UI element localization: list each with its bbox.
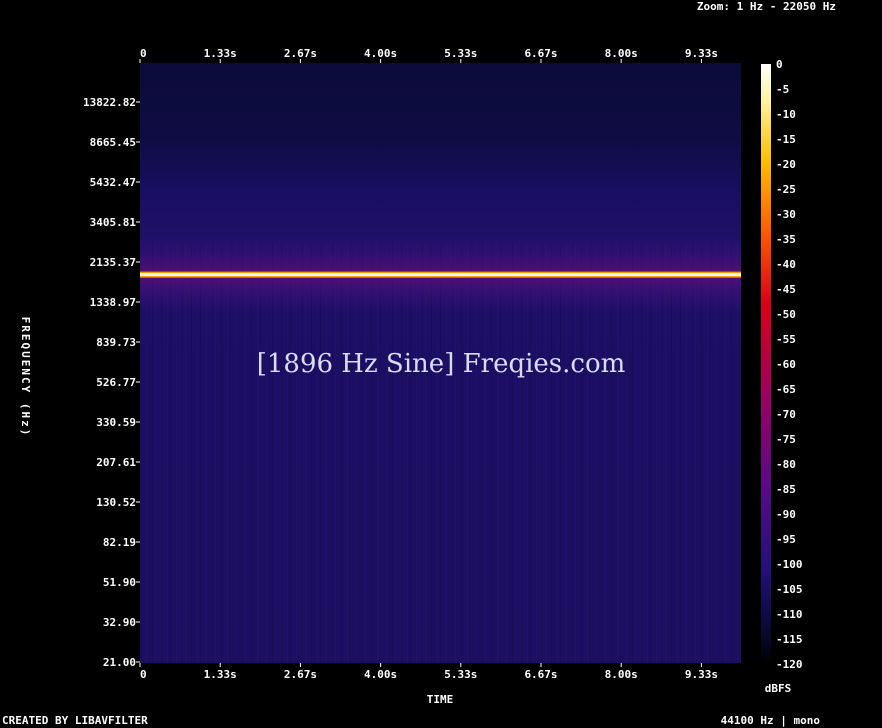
y-tick-label: 8665.45 [90,136,136,149]
colorbar-tick-label: -70 [776,408,796,421]
colorbar-ticks: 0 -5 -10 -15 -20 -25 -30 -35 -40 -45 -50 -55 -60 -65 -… [776,58,803,671]
y-tick-label: 51.90 [103,576,136,589]
x-tick-label: 0 [140,47,147,60]
colorbar-tick-label: -10 [776,108,796,121]
colorbar-tick-label: -75 [776,433,796,446]
format-label: 44100 Hz | mono [721,714,821,727]
x-tick-label: 0 [140,668,147,681]
y-tick-label: 1338.97 [90,296,136,309]
colorbar-tick-label: -65 [776,383,796,396]
y-tick-label: 330.59 [96,416,136,429]
x-tick-label: 4.00s [364,668,397,681]
colorbar-tick-label: 0 [776,58,783,71]
colorbar-label: dBFS [765,682,792,695]
colorbar [761,64,771,664]
colorbar-tick-label: -120 [776,658,803,671]
colorbar-tick-label: -35 [776,233,796,246]
x-axis-label: TIME [427,693,454,706]
colorbar-tick-label: -80 [776,458,796,471]
x-tick-label: 8.00s [605,668,638,681]
colorbar-tick-label: -45 [776,283,796,296]
x-tick-label: 1.33s [204,47,237,60]
colorbar-tick-label: -15 [776,133,796,146]
colorbar-tick-label: -55 [776,333,796,346]
colorbar-tick-label: -85 [776,483,796,496]
colorbar-tick-label: -5 [776,83,789,96]
tone-core [140,273,741,277]
colorbar-tick-label: -20 [776,158,796,171]
x-tick-label: 6.67s [524,47,557,60]
y-tick-label: 5432.47 [90,176,136,189]
y-tick-label: 3405.81 [90,216,137,229]
colorbar-tick-label: -100 [776,558,803,571]
credit-label: CREATED BY LIBAVFILTER [2,714,148,727]
colorbar-tick-label: -105 [776,583,803,596]
zoom-label: Zoom: 1 Hz - 22050 Hz [697,0,836,13]
watermark: [1896 Hz Sine] Freqies.com [257,349,626,379]
x-tick-label: 4.00s [364,47,397,60]
colorbar-tick-label: -60 [776,358,796,371]
x-tick-label: 2.67s [284,47,317,60]
x-axis-bottom: 0 1.33s 2.67s 4.00s 5.33s 6.67s 8.00s 9.33s [139,663,718,681]
y-tick-label: 82.19 [103,536,136,549]
y-tick-label: 32.90 [103,616,136,629]
colorbar-tick-label: -40 [776,258,796,271]
y-tick-label: 130.52 [96,496,136,509]
x-tick-label: 5.33s [444,668,477,681]
x-tick-label: 6.67s [524,668,557,681]
colorbar-tick-label: -25 [776,183,796,196]
x-tick-label: 9.33s [685,668,718,681]
x-tick-label: 1.33s [204,668,237,681]
y-axis-label: FREQUENCY (Hz) [19,317,32,438]
x-tick-label: 5.33s [444,47,477,60]
y-tick-label: 839.73 [96,336,136,349]
y-tick-label: 2135.37 [90,256,136,269]
colorbar-tick-label: -50 [776,308,796,321]
y-tick-label: 13822.82 [83,96,136,109]
y-tick-label: 207.61 [96,456,136,469]
colorbar-tick-label: -110 [776,608,803,621]
x-tick-label: 2.67s [284,668,317,681]
spectrogram-figure: Zoom: 1 Hz - 22050 Hz 0 1.33s 2.67s 4.00s 5.… [2,0,836,727]
colorbar-tick-label: -95 [776,533,796,546]
y-axis: 13822.82 8665.45 5432.47 3405.81 2135.37 1338… [83,96,140,669]
y-tick-label: 526.77 [96,376,136,389]
x-tick-label: 8.00s [605,47,638,60]
colorbar-tick-label: -30 [776,208,796,221]
colorbar-tick-label: -115 [776,633,803,646]
x-axis-top: 0 1.33s 2.67s 4.00s 5.33s 6.67s 8.00s 9.33s [139,47,718,63]
colorbar-tick-label: -90 [776,508,796,521]
x-tick-label: 9.33s [685,47,718,60]
y-tick-label: 21.00 [103,656,136,669]
